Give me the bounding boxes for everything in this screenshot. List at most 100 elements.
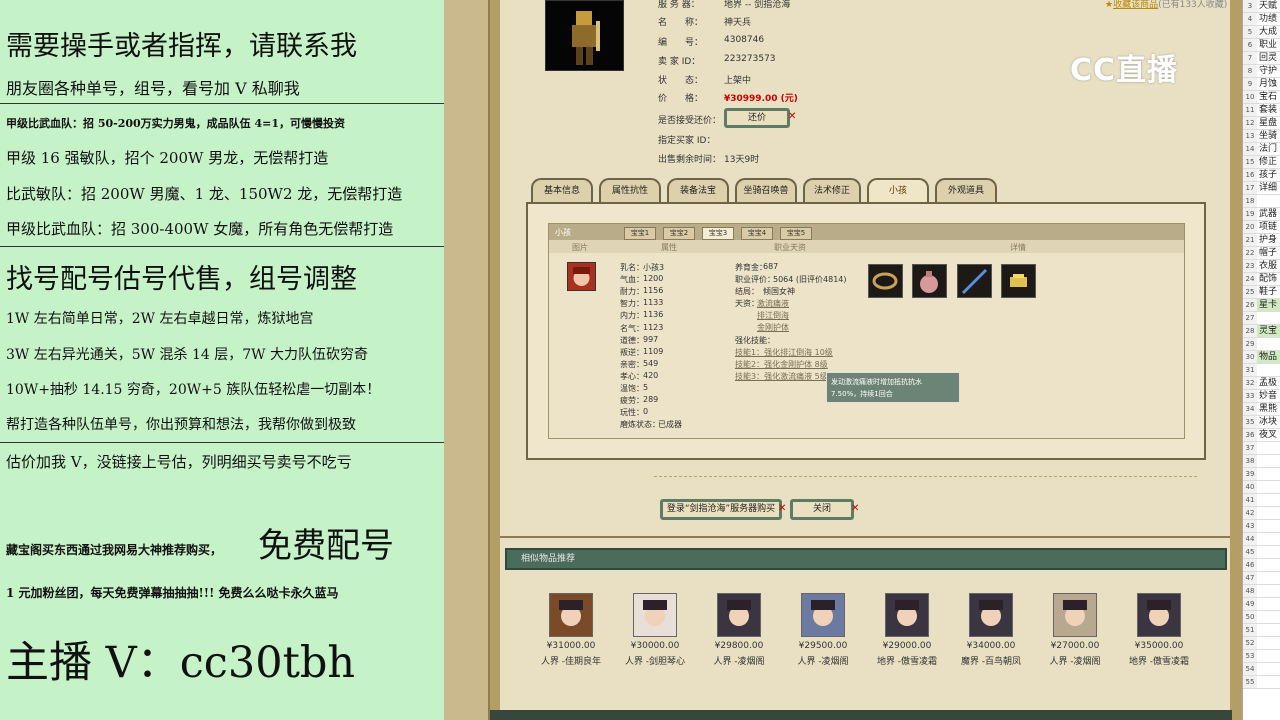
subtab-baby-1[interactable]: 宝宝1: [624, 227, 656, 240]
sheet-row[interactable]: 33 妙音: [1243, 390, 1280, 403]
item-slot-gold[interactable]: [1001, 264, 1036, 298]
sheet-row[interactable]: 46: [1243, 559, 1280, 572]
recommend-item[interactable]: ¥29800.00 人界 -凌烟阁: [694, 593, 784, 667]
cell-text[interactable]: 修正: [1259, 156, 1280, 168]
skill-link[interactable]: 技能1：强化排江倒海 10级: [735, 347, 833, 358]
recommend-server[interactable]: 地界 -傲雪凌霜: [862, 654, 952, 667]
cell-text[interactable]: 月蚀: [1259, 78, 1280, 90]
sheet-row[interactable]: 6 职业: [1243, 39, 1280, 52]
sheet-row[interactable]: 35 冰块: [1243, 416, 1280, 429]
cell-text[interactable]: 大成: [1259, 26, 1280, 38]
tab-child[interactable]: 小孩: [867, 178, 929, 202]
tab-spell-mod[interactable]: 法术修正: [803, 178, 861, 202]
bargain-button[interactable]: 还价: [724, 108, 790, 128]
cell-text[interactable]: [1259, 442, 1280, 454]
sheet-row[interactable]: 31: [1243, 364, 1280, 377]
character-avatar[interactable]: [1053, 593, 1097, 637]
cell-text[interactable]: 宝石: [1259, 91, 1280, 103]
recommend-item[interactable]: ¥31000.00 人界 -佳期良年: [526, 593, 616, 667]
sheet-row[interactable]: 20 项链: [1243, 221, 1280, 234]
cell-text[interactable]: 套装: [1259, 104, 1280, 116]
sheet-row[interactable]: 16 孩子: [1243, 169, 1280, 182]
cell-text[interactable]: [1259, 455, 1280, 467]
sheet-row[interactable]: 32 孟极: [1243, 377, 1280, 390]
recommend-server[interactable]: 魔界 -百鸟朝凤: [946, 654, 1036, 667]
cell-text[interactable]: [1259, 533, 1280, 545]
recommend-server[interactable]: 地界 -傲雪凌霜: [1114, 654, 1204, 667]
sheet-row[interactable]: 3 天赋: [1243, 0, 1280, 13]
skill-link[interactable]: 技能3：强化激流痛液 5级: [735, 371, 828, 382]
cell-text[interactable]: [1259, 494, 1280, 506]
sheet-row[interactable]: 41: [1243, 494, 1280, 507]
tab-attributes[interactable]: 属性抗性: [599, 178, 661, 202]
sheet-row[interactable]: 27: [1243, 312, 1280, 325]
sheet-row[interactable]: 13 坐骑: [1243, 130, 1280, 143]
item-slot-pouch[interactable]: [912, 264, 947, 298]
cell-text[interactable]: 妙音: [1259, 390, 1280, 402]
sheet-row[interactable]: 49: [1243, 598, 1280, 611]
sheet-row[interactable]: 11 套装: [1243, 104, 1280, 117]
cell-text[interactable]: 帽子: [1259, 247, 1280, 259]
cell-text[interactable]: 法门: [1259, 143, 1280, 155]
tab-appearance[interactable]: 外观道具: [935, 178, 997, 202]
sheet-row[interactable]: 22 帽子: [1243, 247, 1280, 260]
cell-text[interactable]: [1259, 598, 1280, 610]
skill-link[interactable]: 技能2：强化金刚护体 8级: [735, 359, 828, 370]
cell-text[interactable]: [1259, 312, 1280, 324]
cell-text[interactable]: 项链: [1259, 221, 1280, 233]
talent-link[interactable]: 金刚护体: [757, 322, 789, 333]
sheet-row[interactable]: 9 月蚀: [1243, 78, 1280, 91]
cell-text[interactable]: [1259, 481, 1280, 493]
sheet-row[interactable]: 18: [1243, 195, 1280, 208]
sheet-row[interactable]: 14 法门: [1243, 143, 1280, 156]
character-avatar[interactable]: [549, 593, 593, 637]
sheet-row[interactable]: 7 回灵: [1243, 52, 1280, 65]
tab-mounts[interactable]: 坐骑召唤兽: [735, 178, 797, 202]
cell-text[interactable]: 孟极: [1259, 377, 1280, 389]
recommend-server[interactable]: 人界 -佳期良年: [526, 654, 616, 667]
cell-text[interactable]: 物品: [1259, 351, 1280, 363]
character-avatar[interactable]: [633, 593, 677, 637]
tab-equipment[interactable]: 装备法宝: [667, 178, 729, 202]
sheet-row[interactable]: 52: [1243, 637, 1280, 650]
recommend-server[interactable]: 人界 -凌烟阁: [778, 654, 868, 667]
cell-text[interactable]: 守护: [1259, 65, 1280, 77]
cell-text[interactable]: [1259, 546, 1280, 558]
cell-text[interactable]: [1259, 520, 1280, 532]
sheet-row[interactable]: 37: [1243, 442, 1280, 455]
cell-text[interactable]: [1259, 507, 1280, 519]
recommend-item[interactable]: ¥29000.00 地界 -傲雪凌霜: [862, 593, 952, 667]
login-server-buy-button[interactable]: 登录“剑指沧海”服务器购买: [660, 499, 782, 520]
sheet-row[interactable]: 47: [1243, 572, 1280, 585]
sheet-row[interactable]: 30 物品: [1243, 351, 1280, 364]
sheet-row[interactable]: 8 守护: [1243, 65, 1280, 78]
sheet-row[interactable]: 4 功绩: [1243, 13, 1280, 26]
character-avatar[interactable]: [801, 593, 845, 637]
close-button[interactable]: 关闭: [790, 499, 854, 520]
cell-text[interactable]: 配饰: [1259, 273, 1280, 285]
subtab-baby-2[interactable]: 宝宝2: [663, 227, 695, 240]
sheet-row[interactable]: 36 夜叉: [1243, 429, 1280, 442]
cell-text[interactable]: 职业: [1259, 39, 1280, 51]
sheet-row[interactable]: 34 黑熊: [1243, 403, 1280, 416]
cell-text[interactable]: 冰块: [1259, 416, 1280, 428]
subtab-baby-4[interactable]: 宝宝4: [741, 227, 773, 240]
subtab-baby-3[interactable]: 宝宝3: [702, 227, 734, 240]
cell-text[interactable]: [1259, 676, 1280, 688]
sheet-row[interactable]: 19 武器: [1243, 208, 1280, 221]
sheet-row[interactable]: 42: [1243, 507, 1280, 520]
cell-text[interactable]: [1259, 624, 1280, 636]
recommend-item[interactable]: ¥30000.00 人界 -剑胆琴心: [610, 593, 700, 667]
cell-text[interactable]: [1259, 338, 1280, 350]
cell-text[interactable]: [1259, 468, 1280, 480]
sheet-row[interactable]: 23 衣服: [1243, 260, 1280, 273]
recommend-item[interactable]: ¥35000.00 地界 -傲雪凌霜: [1114, 593, 1204, 667]
subtab-baby-5[interactable]: 宝宝5: [780, 227, 812, 240]
sheet-row[interactable]: 39: [1243, 468, 1280, 481]
cell-text[interactable]: 灵宝: [1259, 325, 1280, 337]
sheet-row[interactable]: 15 修正: [1243, 156, 1280, 169]
cell-text[interactable]: 天赋: [1259, 0, 1280, 12]
cell-text[interactable]: 坐骑: [1259, 130, 1280, 142]
cell-text[interactable]: 护身: [1259, 234, 1280, 246]
sheet-row[interactable]: 28 灵宝: [1243, 325, 1280, 338]
